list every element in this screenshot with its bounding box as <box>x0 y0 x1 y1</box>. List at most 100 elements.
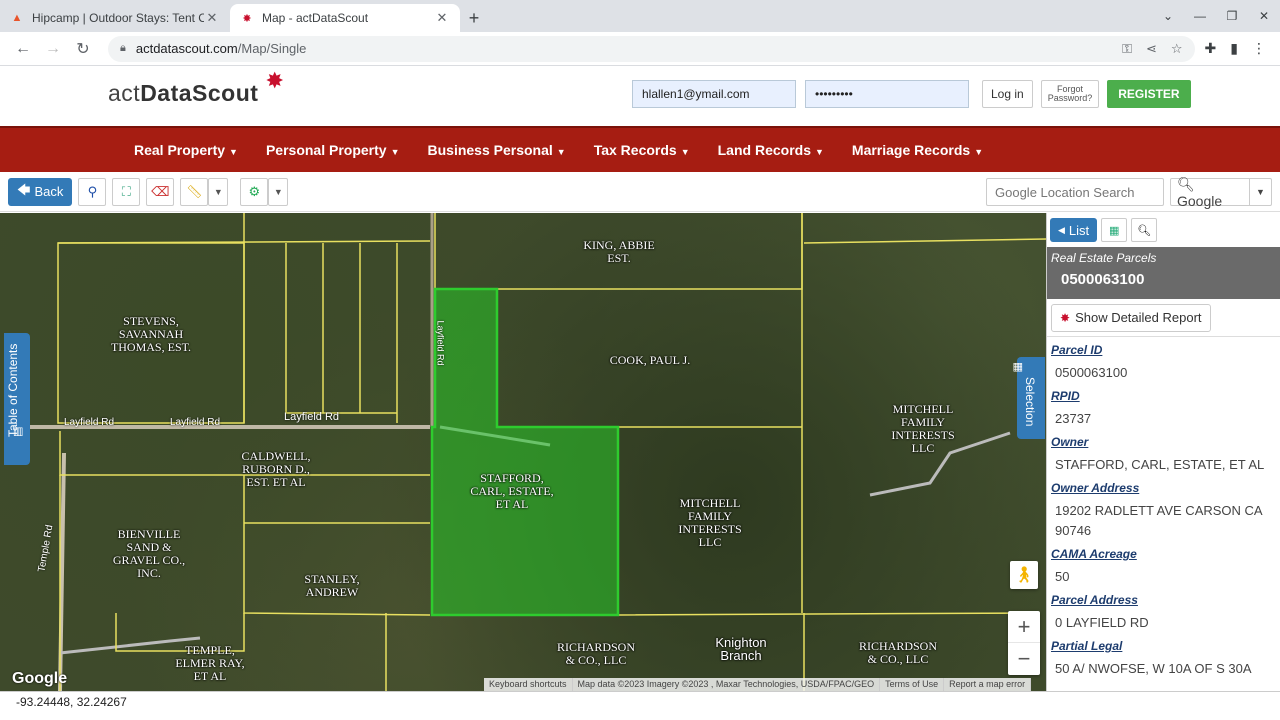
nav-real-property[interactable]: Real Property ▼ <box>134 142 238 158</box>
caret-down-icon: ▼ <box>213 186 223 197</box>
key-icon[interactable]: ⚿ <box>1122 41 1132 57</box>
parcel-label[interactable]: STAFFORD, CARL, ESTATE, ET AL <box>470 472 553 511</box>
parcel-label[interactable]: BIENVILLE SAND & GRAVEL CO., INC. <box>113 528 185 580</box>
field-label[interactable]: Owner <box>1051 435 1276 449</box>
parcel-label[interactable]: COOK, PAUL J. <box>610 354 690 367</box>
field-label[interactable]: RPID <box>1051 389 1276 403</box>
share-icon[interactable]: ⋖ <box>1146 41 1157 57</box>
nav-label: Personal Property <box>265 142 387 158</box>
zoom-to-parcel-button[interactable]: 🔍︎ <box>1131 218 1158 242</box>
table-of-contents-tab[interactable]: Table of Contents ▤ <box>4 333 30 465</box>
reload-icon[interactable]: ↻ <box>68 39 98 59</box>
window-controls: ⌄ — ❐ ✕ <box>1152 0 1280 32</box>
bookmark-star-icon[interactable]: ☆ <box>1171 41 1183 57</box>
map-marker-icon: ⚲ <box>87 183 98 199</box>
nav-tax-records[interactable]: Tax Records ▼ <box>594 142 690 158</box>
window-close-icon[interactable]: ✕ <box>1248 9 1280 23</box>
browser-tab-map[interactable]: ✸ Map - actDataScout ✕ <box>230 4 460 32</box>
search-icon: 🔍︎ <box>1177 175 1195 192</box>
nav-label: Real Property <box>134 142 226 158</box>
back-button[interactable]: 🡄 Back <box>8 177 73 206</box>
extensions-puzzle-icon[interactable]: ✚ <box>1205 40 1217 57</box>
forward-arrow-icon[interactable]: → <box>38 40 68 58</box>
show-detailed-report-button[interactable]: ✸ Show Detailed Report <box>1051 303 1211 332</box>
field-value: 0 LAYFIELD RD <box>1055 615 1149 630</box>
zoom-in-button[interactable]: + <box>1008 611 1040 643</box>
terms-link[interactable]: Terms of Use <box>880 678 945 691</box>
parcel-label[interactable]: CALDWELL, RUBORN D., EST. ET AL <box>242 450 311 489</box>
address-bar[interactable]: 🔒︎ actdatascout.com/Map/Single ⚿ ⋖ ☆ <box>108 35 1195 62</box>
main-nav: Real Property ▼ Personal Property ▼ Busine… <box>0 126 1280 172</box>
zoom-out-button[interactable]: − <box>1008 643 1040 675</box>
search-engine-select[interactable]: 🔍︎ Google ▼ <box>1170 175 1272 209</box>
field-label[interactable]: Parcel Address <box>1051 593 1276 607</box>
parcel-label[interactable]: KING, ABBIE EST. <box>583 239 654 265</box>
forgot-password-button[interactable]: Forgot Password? <box>1040 80 1100 108</box>
measure-button[interactable]: 📏︎ <box>180 177 209 206</box>
tab-close-icon[interactable]: ✕ <box>434 10 450 26</box>
cursor-coordinates: -93.24448, 32.24267 <box>0 691 1280 720</box>
tab-search-icon[interactable]: ⌄ <box>1152 9 1184 23</box>
nav-personal-property[interactable]: Personal Property ▼ <box>266 142 400 158</box>
parcel-label[interactable]: RICHARDSON & CO., LLC <box>859 640 937 666</box>
field-label[interactable]: Partial Legal <box>1051 639 1276 653</box>
panel-header: Real Estate Parcels 0500063100 <box>1047 247 1280 299</box>
field-label[interactable]: Owner Address <box>1051 481 1276 495</box>
map-canvas[interactable]: KING, ABBIE EST. STEVENS, SAVANNAH THOMA… <box>0 213 1046 691</box>
search-engine-label: Google <box>1177 192 1223 209</box>
map-marker-button[interactable]: ⚲ <box>78 177 107 206</box>
parcel-label[interactable]: MITCHELL FAMILY INTERESTS LLC <box>891 403 954 455</box>
field-value: STAFFORD, CARL, ESTATE, ET AL <box>1055 457 1265 472</box>
location-search-input[interactable]: Google Location Search <box>986 178 1164 206</box>
street-view-pegman-icon[interactable]: 🚶︎ <box>1010 561 1038 589</box>
parcel-label[interactable]: RICHARDSON & CO., LLC <box>557 641 635 667</box>
nav-label: Marriage Records <box>851 142 971 158</box>
site-logo[interactable]: actDataScout ✸ <box>108 68 284 107</box>
side-panel-icon[interactable]: ▮ <box>1230 40 1238 57</box>
keyboard-shortcuts-link[interactable]: Keyboard shortcuts <box>484 678 573 691</box>
caret-down-icon: ▼ <box>680 147 690 157</box>
nav-business-personal[interactable]: Business Personal ▼ <box>428 142 566 158</box>
table-icon: ▦ <box>1108 224 1120 237</box>
field-label[interactable]: Parcel ID <box>1051 343 1276 357</box>
eraser-icon: ⌫ <box>151 183 170 199</box>
new-tab-button[interactable]: + <box>460 4 488 32</box>
parcel-label[interactable]: MITCHELL FAMILY INTERESTS LLC <box>678 497 741 549</box>
caret-down-icon[interactable]: ▼ <box>1249 179 1271 205</box>
layers-button[interactable]: ⚙ <box>240 177 269 206</box>
restore-icon[interactable]: ❐ <box>1216 9 1248 23</box>
url-path: /Map/Single <box>237 41 307 56</box>
menu-kebab-icon[interactable]: ⋮ <box>1252 40 1266 57</box>
register-button[interactable]: REGISTER <box>1107 80 1191 108</box>
list-button[interactable]: ◀ List <box>1050 218 1098 242</box>
back-label: Back <box>34 184 64 199</box>
eraser-button[interactable]: ⌫ <box>146 177 175 206</box>
field-value: 50 <box>1055 569 1070 584</box>
logo-main: DataScout <box>140 80 259 106</box>
nav-marriage-records[interactable]: Marriage Records ▼ <box>852 142 983 158</box>
caret-down-icon: ▼ <box>273 186 283 197</box>
field-label[interactable]: CAMA Acreage <box>1051 547 1276 561</box>
parcel-label[interactable]: STEVENS, SAVANNAH THOMAS, EST. <box>111 315 191 354</box>
tab-close-icon[interactable]: ✕ <box>204 10 220 26</box>
measure-dropdown[interactable]: ▼ <box>208 177 229 206</box>
report-error-link[interactable]: Report a map error <box>944 678 1032 691</box>
parcel-label[interactable]: TEMPLE, ELMER RAY, ET AL <box>175 644 244 683</box>
browser-tab-hipcamp[interactable]: ▲ Hipcamp | Outdoor Stays: Tent C ✕ <box>0 4 230 32</box>
back-arrow-icon[interactable]: ← <box>8 40 38 58</box>
email-field[interactable] <box>632 80 796 108</box>
caret-down-icon: ▼ <box>974 147 984 157</box>
layers-dropdown[interactable]: ▼ <box>268 177 289 206</box>
caret-down-icon: ▼ <box>229 147 238 157</box>
field-value: 0500063100 <box>1055 365 1128 380</box>
minimize-icon[interactable]: — <box>1184 9 1216 23</box>
field-value: 23737 <box>1055 411 1092 426</box>
field-cama-acreage: CAMA Acreage 50 <box>1047 547 1280 587</box>
nav-land-records[interactable]: Land Records ▼ <box>718 142 824 158</box>
password-field[interactable] <box>805 80 969 108</box>
login-button[interactable]: Log in <box>982 80 1033 108</box>
full-extent-button[interactable]: ⛶ <box>112 177 141 206</box>
parcel-label[interactable]: STANLEY, ANDREW <box>304 573 359 599</box>
selection-tab[interactable]: ▦ Selection <box>1012 357 1045 439</box>
table-view-button[interactable]: ▦ <box>1101 218 1128 242</box>
